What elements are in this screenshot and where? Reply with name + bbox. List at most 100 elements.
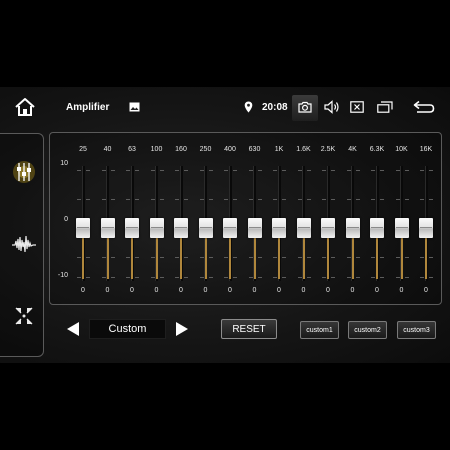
scale-tick — [110, 277, 115, 278]
scale-tick — [110, 199, 115, 200]
scale-tick — [395, 170, 400, 171]
arrow-left-icon — [67, 322, 79, 336]
band-slider-knob[interactable] — [76, 218, 90, 238]
scale-tick — [346, 170, 351, 171]
band-slider-knob[interactable] — [174, 218, 188, 238]
scale-tick — [420, 277, 424, 278]
scale-tick — [135, 257, 139, 258]
scale-tick — [86, 199, 90, 200]
scale-tick — [297, 170, 302, 171]
recent-apps-button[interactable] — [376, 87, 394, 127]
db-label-zero: 0 — [64, 216, 68, 223]
close-app-button[interactable] — [349, 87, 365, 127]
scale-tick — [86, 277, 90, 278]
scale-tick — [126, 170, 130, 171]
scale-tick — [331, 277, 335, 278]
scale-tick — [248, 277, 253, 278]
band-value: 0 — [203, 287, 208, 294]
scale-tick — [380, 277, 384, 278]
custom1-button[interactable]: custom1 — [300, 321, 339, 339]
scale-tick — [101, 170, 106, 171]
band-value: 0 — [399, 287, 404, 294]
equalizer-tab[interactable] — [9, 158, 39, 186]
scale-tick — [135, 170, 139, 171]
band-value: 0 — [252, 287, 257, 294]
scale-tick — [380, 170, 384, 171]
scale-tick — [233, 170, 237, 171]
scale-tick — [224, 199, 228, 200]
home-button[interactable] — [12, 87, 38, 127]
sound-field-tab[interactable] — [9, 230, 39, 258]
scale-tick — [224, 170, 228, 171]
scale-tick — [306, 277, 311, 278]
band-slider-knob[interactable] — [100, 218, 115, 238]
status-bar: Amplifier 20:08 — [0, 87, 450, 127]
reset-button[interactable]: RESET — [221, 319, 277, 339]
preset-prev-button[interactable] — [65, 321, 81, 337]
scale-tick — [77, 277, 81, 278]
waveform-icon — [12, 235, 36, 253]
clock: 20:08 — [262, 101, 288, 113]
scale-tick — [297, 199, 302, 200]
band-slider-knob[interactable] — [198, 218, 213, 238]
back-icon — [413, 100, 435, 113]
scale-tick — [395, 277, 400, 278]
band-slider-knob[interactable] — [125, 218, 139, 238]
scale-tick — [306, 199, 311, 200]
custom3-button[interactable]: custom3 — [397, 321, 436, 339]
scale-tick — [208, 170, 213, 171]
scale-tick — [77, 257, 81, 258]
scale-tick — [126, 199, 130, 200]
preset-next-button[interactable] — [174, 321, 190, 337]
screenshot-button[interactable] — [292, 87, 318, 127]
band-slider-knob[interactable] — [321, 218, 335, 238]
band-slider-knob[interactable] — [247, 218, 262, 238]
scale-tick — [135, 277, 139, 278]
balance-tab[interactable] — [9, 302, 39, 330]
scale-tick — [126, 277, 130, 278]
band-freq-label: 16K — [419, 146, 433, 153]
scale-tick — [248, 199, 253, 200]
scale-tick — [331, 170, 335, 171]
db-label-bottom: -10 — [57, 272, 68, 279]
scale-tick — [371, 277, 375, 278]
scale-tick — [150, 277, 155, 278]
scale-tick — [175, 199, 179, 200]
app-title: Amplifier — [66, 101, 110, 113]
band-value: 0 — [228, 287, 232, 294]
band-slider-knob[interactable] — [296, 218, 311, 238]
custom2-button[interactable]: custom2 — [348, 321, 387, 339]
mode-sidebar — [0, 133, 44, 357]
band-slider-knob[interactable] — [394, 218, 409, 238]
band-slider-knob[interactable] — [370, 218, 384, 238]
scale-tick — [150, 170, 155, 171]
band-slider-knob[interactable] — [345, 218, 360, 238]
band-value: 0 — [130, 287, 134, 294]
scale-tick — [199, 277, 204, 278]
scale-tick — [248, 170, 253, 171]
volume-button[interactable] — [322, 87, 342, 127]
scale-tick — [86, 257, 90, 258]
scale-tick — [429, 199, 433, 200]
back-button[interactable] — [412, 87, 436, 127]
scale-tick — [101, 199, 106, 200]
scale-tick — [297, 277, 302, 278]
scale-tick — [306, 257, 311, 258]
band-slider-knob[interactable] — [419, 218, 433, 238]
band-slider-knob[interactable] — [149, 218, 164, 238]
scale-tick — [199, 257, 204, 258]
scale-tick — [429, 257, 433, 258]
scale-tick — [346, 257, 351, 258]
scale-tick — [199, 199, 204, 200]
scale-tick — [101, 257, 106, 258]
scale-tick — [184, 257, 188, 258]
scale-tick — [224, 277, 228, 278]
amplifier-screen: Amplifier 20:08 10 0 -10 25 0 40 0 63 0 … — [0, 87, 450, 363]
scale-tick — [126, 257, 130, 258]
scale-tick — [282, 170, 286, 171]
windows-icon — [377, 101, 393, 113]
band-slider-knob[interactable] — [272, 218, 286, 238]
close-box-icon — [350, 101, 364, 113]
scale-tick — [175, 257, 179, 258]
band-slider-knob[interactable] — [223, 218, 237, 238]
